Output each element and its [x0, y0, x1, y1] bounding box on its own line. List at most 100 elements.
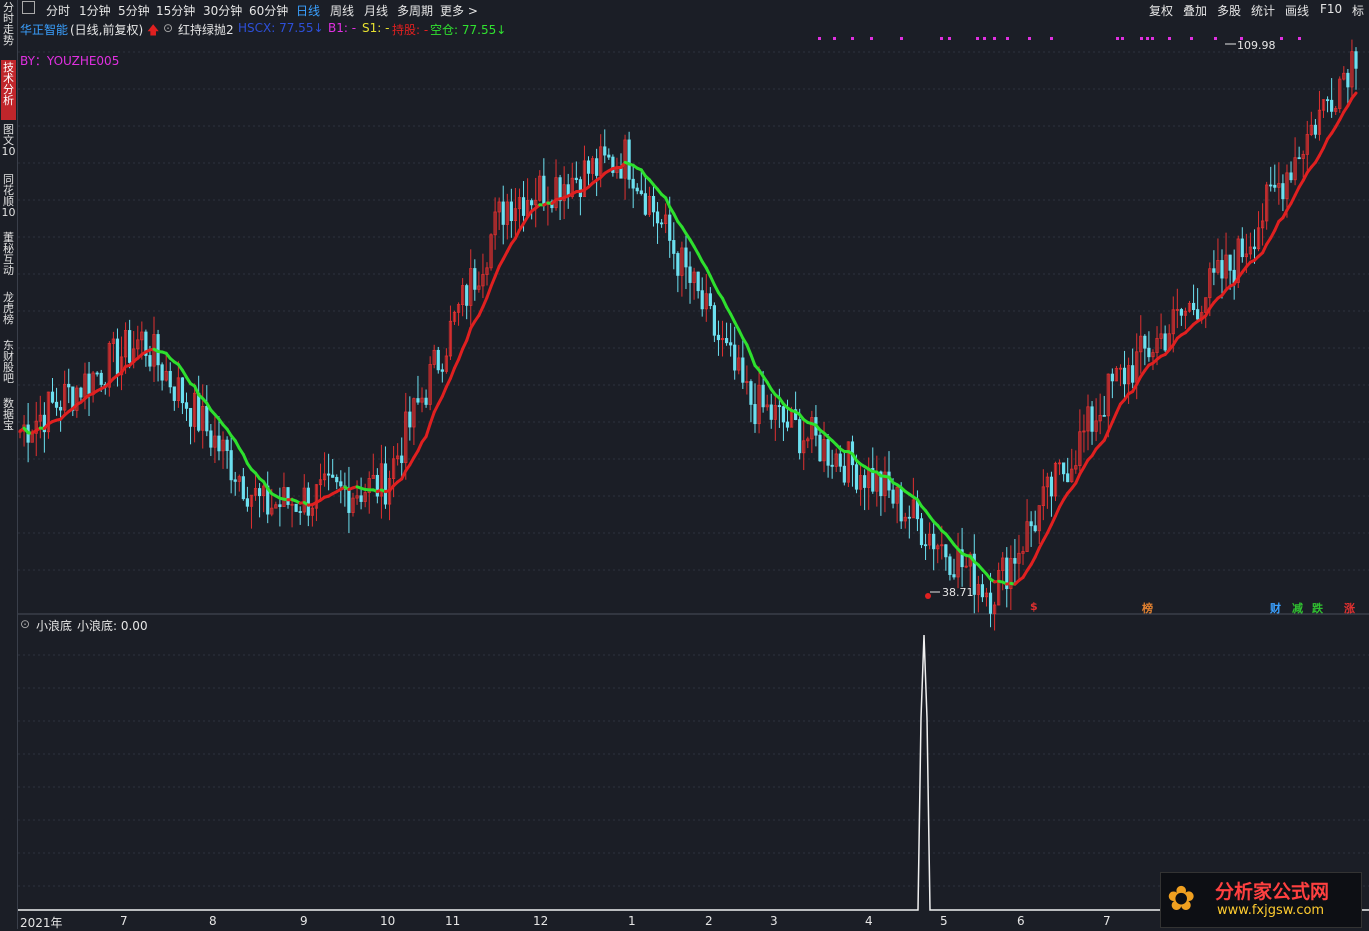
- logo-title: 分析家公式网: [1215, 877, 1329, 904]
- nav-ths[interactable]: 同花顺10: [1, 174, 16, 218]
- down-candle: [59, 407, 61, 410]
- down-candle: [234, 480, 236, 482]
- down-candle: [827, 439, 829, 465]
- down-candle: [543, 176, 545, 204]
- down-candle: [1274, 185, 1276, 187]
- down-candle: [1241, 239, 1243, 257]
- down-candle: [729, 343, 731, 345]
- logo-url: www.fxjgsw.com: [1217, 903, 1324, 918]
- down-candle: [945, 545, 947, 557]
- sub-indicator-line: [18, 635, 1369, 910]
- signal-dot: [1214, 37, 1217, 40]
- down-candle: [437, 350, 439, 369]
- low-marker: [925, 593, 931, 599]
- down-candle: [1221, 260, 1223, 278]
- down-candle: [701, 291, 703, 309]
- nav-data[interactable]: 数据宝: [1, 398, 16, 431]
- event-tag-fall[interactable]: 跌: [1312, 600, 1323, 616]
- period-daily[interactable]: 日线: [296, 2, 320, 19]
- signal-dot: [851, 37, 854, 40]
- bull-trend-segment: [467, 328, 471, 340]
- f10-button[interactable]: F10: [1320, 2, 1342, 16]
- low-price-label: 38.71: [942, 586, 974, 599]
- signal-dot: [976, 37, 979, 40]
- down-candle: [656, 212, 658, 223]
- period-minute[interactable]: 分时: [46, 2, 70, 19]
- period-multi[interactable]: 多周期: [397, 2, 433, 19]
- down-candle: [770, 405, 772, 419]
- stats-button[interactable]: 统计: [1251, 2, 1275, 19]
- period-1min[interactable]: 1分钟: [79, 2, 111, 19]
- down-candle: [242, 477, 244, 499]
- panel-toggle-icon[interactable]: [22, 1, 35, 14]
- down-candle: [754, 404, 756, 423]
- kline-chart[interactable]: [18, 18, 1369, 929]
- down-candle: [68, 384, 70, 387]
- down-candle: [888, 472, 890, 490]
- signal-dot: [983, 37, 986, 40]
- down-candle: [1347, 73, 1349, 87]
- x-axis-label: 10: [380, 914, 395, 928]
- down-candle: [709, 294, 711, 306]
- down-candle: [1270, 185, 1272, 186]
- down-candle: [1164, 334, 1166, 350]
- bull-trend-segment: [1352, 93, 1356, 98]
- nav-minute-trend[interactable]: 分时走势: [1, 2, 16, 46]
- down-candle: [116, 339, 118, 375]
- sub-indicator-value: 小浪底: 0.00: [77, 617, 148, 634]
- event-tag-reduce[interactable]: 减: [1292, 600, 1303, 616]
- nav-dragon-tiger[interactable]: 龙虎榜: [1, 292, 16, 325]
- nav-news[interactable]: 图文10: [1, 124, 16, 157]
- nav-secretary[interactable]: 董秘互动: [1, 232, 16, 276]
- signal-dot: [940, 37, 943, 40]
- adjust-button[interactable]: 复权: [1149, 2, 1173, 19]
- x-axis-label: 3: [770, 914, 778, 928]
- signal-dot: [1121, 37, 1124, 40]
- event-tag-rank[interactable]: 榜: [1142, 600, 1153, 616]
- signal-dot: [1028, 37, 1031, 40]
- down-candle: [279, 505, 281, 507]
- down-candle: [465, 286, 467, 306]
- high-price-label: 109.98: [1237, 39, 1276, 52]
- period-monthly[interactable]: 月线: [364, 2, 388, 19]
- down-candle: [1196, 310, 1198, 320]
- sub-collapse-icon[interactable]: ⊙: [20, 617, 30, 631]
- down-candle: [1144, 336, 1146, 348]
- multi-stock-button[interactable]: 多股: [1217, 2, 1241, 19]
- x-axis-label: 9: [300, 914, 308, 928]
- down-candle: [307, 488, 309, 515]
- signal-dot: [900, 37, 903, 40]
- event-tag-dollar[interactable]: $: [1030, 600, 1038, 613]
- down-candle: [1213, 269, 1215, 273]
- event-tag-rise[interactable]: 涨: [1344, 600, 1355, 616]
- down-candle: [530, 201, 532, 205]
- signal-dot: [818, 37, 821, 40]
- period-30min[interactable]: 30分钟: [203, 2, 242, 19]
- signal-dot: [870, 37, 873, 40]
- period-5min[interactable]: 5分钟: [118, 2, 150, 19]
- period-15min[interactable]: 15分钟: [156, 2, 195, 19]
- mark-button[interactable]: 标: [1352, 2, 1364, 19]
- down-candle: [425, 398, 427, 404]
- nav-technical[interactable]: 技术分析: [1, 60, 16, 120]
- down-candle: [100, 373, 102, 384]
- period-60min[interactable]: 60分钟: [249, 2, 288, 19]
- down-candle: [733, 345, 735, 370]
- down-candle: [575, 178, 577, 179]
- period-weekly[interactable]: 周线: [330, 2, 354, 19]
- event-tag-finance[interactable]: 财: [1270, 600, 1281, 616]
- period-more[interactable]: 更多 >: [440, 2, 478, 19]
- flower-icon: ✿: [1167, 879, 1196, 919]
- down-candle: [1148, 348, 1150, 357]
- x-axis-label: 1: [628, 914, 636, 928]
- draw-button[interactable]: 画线: [1285, 2, 1309, 19]
- down-candle: [932, 534, 934, 549]
- down-candle: [340, 482, 342, 486]
- nav-forum[interactable]: 东财股吧: [1, 340, 16, 384]
- down-candle: [246, 499, 248, 507]
- down-candle: [673, 240, 675, 253]
- down-candle: [1290, 173, 1292, 180]
- overlay-button[interactable]: 叠加: [1183, 2, 1207, 19]
- bull-trend-segment: [442, 387, 446, 397]
- down-candle: [1180, 309, 1182, 315]
